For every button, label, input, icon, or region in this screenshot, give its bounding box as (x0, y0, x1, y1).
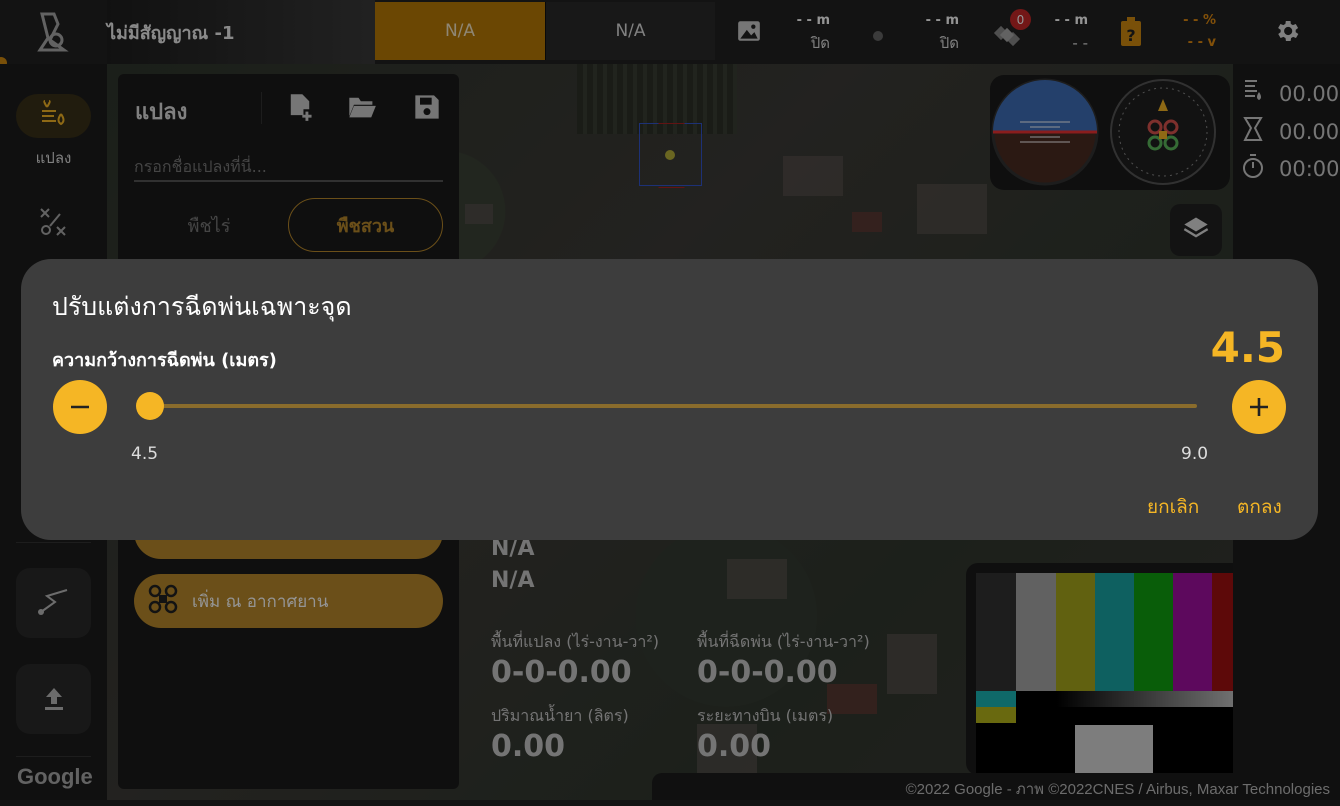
slider-max-label: 9.0 (1181, 444, 1209, 464)
plus-icon (1250, 398, 1268, 416)
spray-width-label: ความกว้างการฉีดพ่น (เมตร) (52, 350, 277, 371)
dialog-title: ปรับแต่งการฉีดพ่นเฉพาะจุด (52, 292, 352, 321)
ok-button[interactable]: ตกลง (1237, 492, 1282, 522)
cancel-button[interactable]: ยกเลิก (1147, 492, 1199, 522)
spray-width-dialog: ปรับแต่งการฉีดพ่นเฉพาะจุด ความกว้างการฉี… (21, 259, 1318, 540)
slider-track[interactable] (144, 404, 1197, 408)
increase-button[interactable] (1232, 380, 1286, 434)
slider-min-label: 4.5 (131, 444, 159, 464)
spray-width-value: 4.5 (1210, 323, 1285, 372)
decrease-button[interactable] (53, 380, 107, 434)
minus-icon (71, 405, 89, 409)
slider-thumb[interactable] (136, 392, 164, 420)
